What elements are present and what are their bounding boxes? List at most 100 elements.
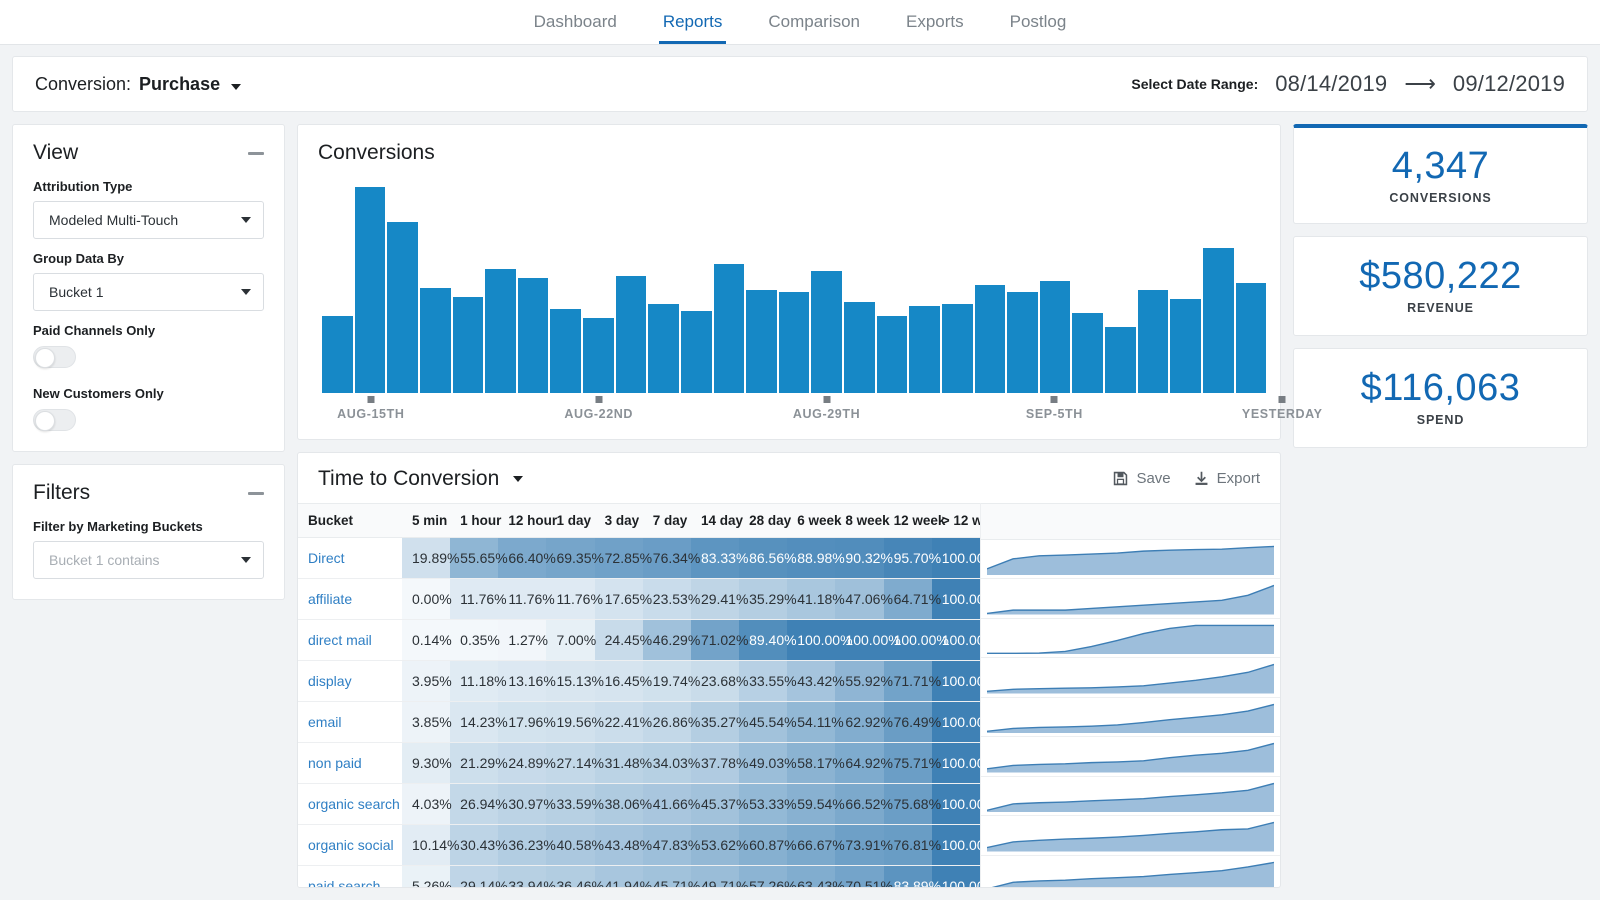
date-range-end[interactable]: 09/12/2019 [1453,71,1565,97]
bar[interactable] [485,269,516,393]
column-header[interactable]: 28 day [739,503,787,537]
bar[interactable] [1138,290,1169,393]
bar[interactable] [909,306,940,393]
date-range-selector[interactable]: Select Date Range: 08/14/2019 ⟶ 09/12/20… [1131,71,1565,97]
bar[interactable] [583,318,614,393]
top-navigation: Dashboard Reports Comparison Exports Postlog [0,0,1600,45]
bar[interactable] [518,278,549,393]
bar[interactable] [1072,313,1103,392]
bar[interactable] [1203,248,1234,393]
bar[interactable] [942,304,973,393]
filters-panel-body: Filter by Marketing Buckets Bucket 1 con… [13,515,284,599]
filter-buckets-select[interactable]: Bucket 1 contains [33,541,264,579]
bar[interactable] [616,276,647,393]
bar[interactable] [420,288,451,393]
bar[interactable] [1007,292,1038,393]
bar[interactable] [550,309,581,393]
bucket-link[interactable]: Direct [298,537,402,578]
conversions-chart-plot [298,165,1280,393]
kpi-value: 4,347 [1392,147,1490,185]
bucket-link[interactable]: organic search [298,783,402,824]
sparkline-chart [987,859,1274,888]
bar[interactable] [844,302,875,393]
tab-exports[interactable]: Exports [902,13,968,44]
axis-tick-mark [1279,396,1286,403]
date-range-start[interactable]: 08/14/2019 [1275,71,1387,97]
chevron-down-icon [231,84,241,90]
table-row: organic search4.03%26.94%30.97%33.59%38.… [298,783,980,824]
conversion-bar: Conversion: Purchase Select Date Range: … [12,56,1588,112]
bar[interactable] [746,290,777,393]
bar[interactable] [811,271,842,393]
bar[interactable] [387,222,418,393]
table-row: Direct19.89%55.65%66.40%69.35%72.85%76.3… [298,537,980,578]
kpi-card-conversions[interactable]: 4,347CONVERSIONS [1293,124,1588,224]
column-header[interactable]: Bucket [298,503,402,537]
bar[interactable] [1105,327,1136,392]
bucket-link[interactable]: affiliate [298,578,402,619]
metric-cell: 21.29% [450,742,498,783]
bar[interactable] [681,311,712,393]
metric-cell: 1.27% [498,619,546,660]
bar[interactable] [453,297,484,393]
filters-panel: Filters Filter by Marketing Buckets Buck… [12,464,285,600]
table-grid: Bucket5 min1 hour12 hour1 day3 day7 day1… [298,503,1280,887]
bar[interactable] [1236,283,1267,393]
column-header[interactable]: 7 day [643,503,691,537]
paid-channels-toggle[interactable] [33,346,76,368]
metric-cell: 7.00% [546,619,594,660]
view-panel-title: View [33,141,78,165]
bar[interactable] [714,264,745,393]
column-header[interactable]: 12 hour [498,503,546,537]
toggle-knob [35,348,55,368]
bar[interactable] [877,316,908,393]
axis-tick-mark [595,396,602,403]
bar[interactable] [322,316,353,393]
kpi-card-revenue[interactable]: $580,222REVENUE [1293,236,1588,336]
tab-dashboard[interactable]: Dashboard [530,13,621,44]
save-button[interactable]: Save [1112,470,1170,487]
bar[interactable] [1170,299,1201,393]
bar[interactable] [1040,281,1071,393]
column-header[interactable]: 3 day [595,503,643,537]
kpi-column: 4,347CONVERSIONS $580,222REVENUE $116,063S… [1293,124,1588,888]
new-customers-toggle[interactable] [33,409,76,431]
bar[interactable] [975,285,1006,393]
time-to-conversion-selector[interactable]: Time to Conversion [318,467,523,491]
metric-cell: 3.95% [402,660,450,701]
bar[interactable] [779,292,810,393]
bucket-link[interactable]: display [298,660,402,701]
export-button[interactable]: Export [1193,470,1260,487]
tab-reports[interactable]: Reports [659,13,727,44]
column-header[interactable]: 1 hour [450,503,498,537]
bar[interactable] [355,187,386,393]
sparkline-chart [987,701,1274,734]
column-header[interactable]: 8 week [835,503,883,537]
column-header[interactable]: 14 day [691,503,739,537]
bar[interactable] [648,304,679,393]
bucket-link[interactable]: direct mail [298,619,402,660]
attribution-type-select[interactable]: Modeled Multi-Touch [33,201,264,239]
collapse-icon[interactable] [248,492,264,495]
conversion-label: Conversion: [35,74,131,95]
kpi-card-spend[interactable]: $116,063SPEND [1293,348,1588,448]
save-label: Save [1136,470,1170,487]
sparkline-cell [981,579,1280,619]
sparkline-cell [981,658,1280,698]
bucket-link[interactable]: paid search [298,865,402,888]
bucket-link[interactable]: organic social [298,824,402,865]
bucket-link[interactable]: non paid [298,742,402,783]
table-actions: Save Export [1112,470,1260,487]
conversion-selector[interactable]: Conversion: Purchase [35,74,241,95]
conversions-chart-title: Conversions [298,125,1280,165]
bucket-link[interactable]: email [298,701,402,742]
column-header[interactable]: 12 week [884,503,932,537]
tab-comparison[interactable]: Comparison [764,13,864,44]
collapse-icon[interactable] [248,152,264,155]
column-header[interactable]: 5 min [402,503,450,537]
tab-postlog[interactable]: Postlog [1006,13,1071,44]
column-header[interactable]: 6 week [787,503,835,537]
axis-tick-label: SEP-5TH [1026,407,1083,421]
group-data-by-select[interactable]: Bucket 1 [33,273,264,311]
content-column: Conversions AUG-15THAUG-22NDAUG-29THSEP-… [297,124,1281,888]
